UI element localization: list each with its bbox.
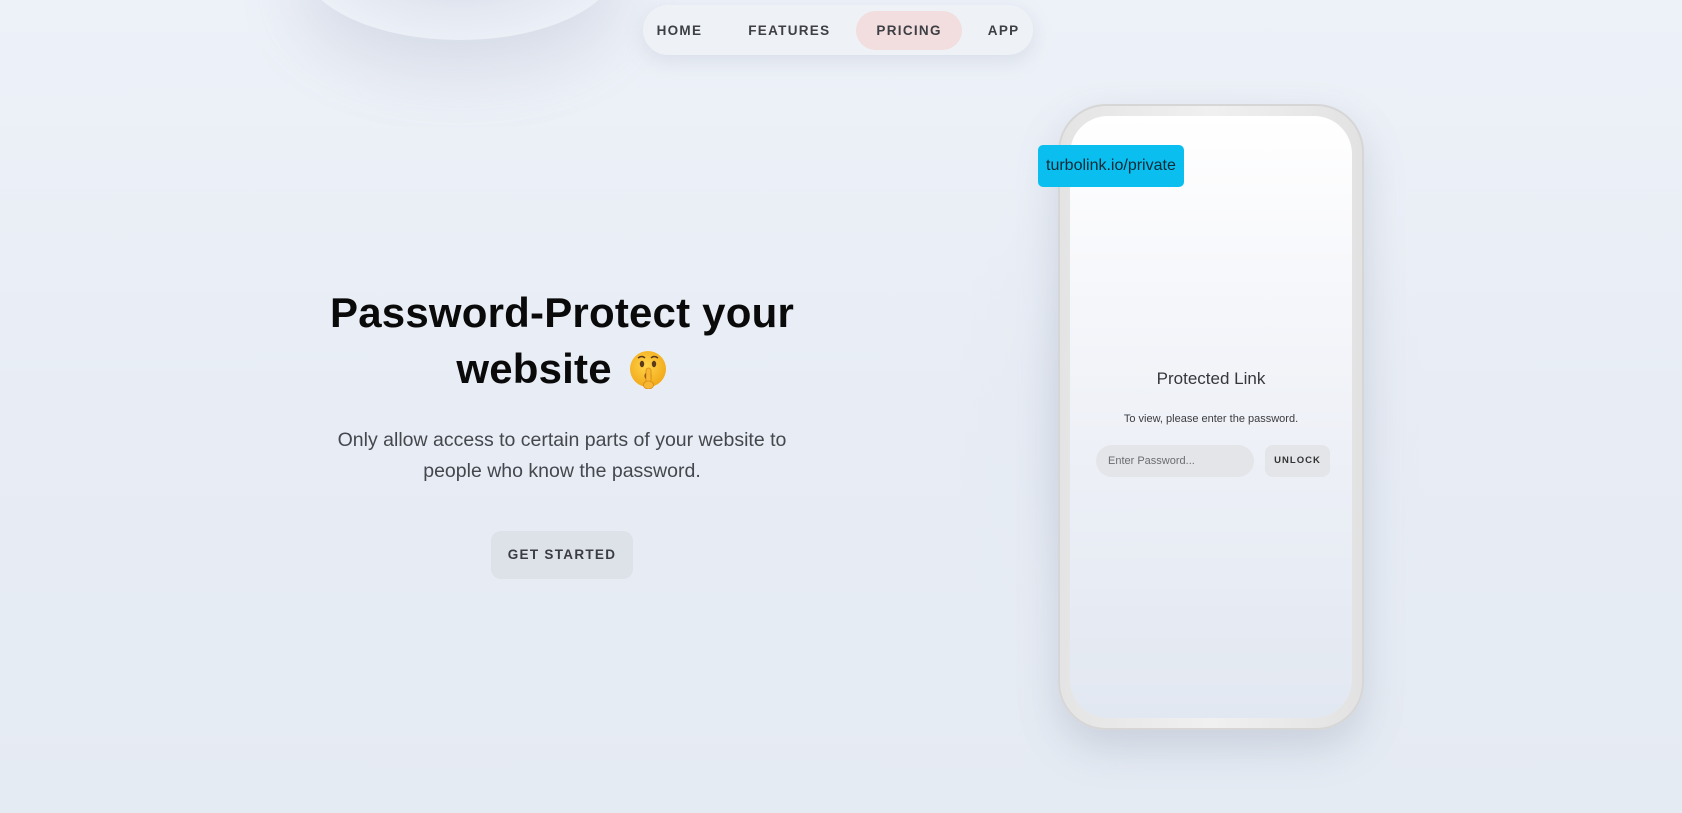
nav-home[interactable]: HOME: [637, 11, 723, 50]
nav-app[interactable]: APP: [968, 11, 1040, 50]
decorative-blob: [300, 0, 620, 40]
hero-subtitle: Only allow access to certain parts of yo…: [337, 429, 787, 482]
password-input[interactable]: [1096, 445, 1254, 477]
hero-title-line1: Password-Protect your: [330, 289, 794, 336]
unlock-button[interactable]: UNLOCK: [1265, 445, 1330, 477]
hero-title-line2: website: [456, 345, 612, 392]
phone-mockup: Protected Link To view, please enter the…: [1058, 104, 1364, 730]
nav-pricing[interactable]: PRICING: [856, 10, 962, 50]
protected-link-instructions: To view, please enter the password.: [1123, 413, 1299, 425]
top-nav: HOME FEATURES PRICING APP: [643, 5, 1033, 55]
shushing-face-icon: [628, 347, 668, 390]
nav-features[interactable]: FEATURES: [728, 11, 850, 50]
protected-link-title: Protected Link: [1156, 369, 1266, 388]
get-started-button[interactable]: GET STARTED: [490, 531, 634, 579]
url-badge: turbolink.io/private: [1038, 145, 1184, 187]
hero-title: Password-Protect your website: [312, 285, 812, 397]
hero-section: Password-Protect your website Only allow…: [312, 285, 812, 579]
phone-screen: Protected Link To view, please enter the…: [1070, 116, 1352, 718]
